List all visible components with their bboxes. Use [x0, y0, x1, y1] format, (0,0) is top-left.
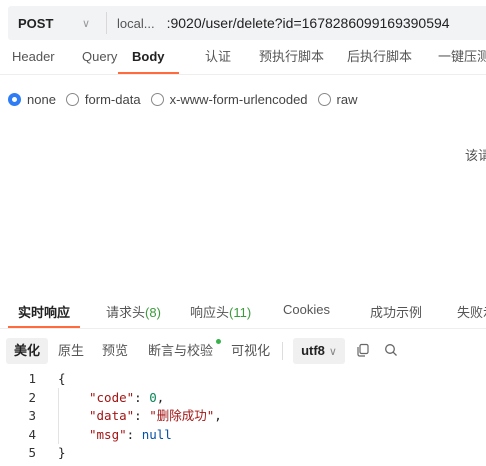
tab-load-test[interactable]: 一键压测 — [438, 42, 486, 72]
tab-body[interactable]: Body — [118, 42, 179, 74]
json-open-brace: { — [58, 371, 66, 386]
radio-form-data[interactable]: form-data — [65, 92, 141, 107]
radio-icon[interactable] — [317, 93, 331, 106]
line-number: 3 — [28, 408, 36, 423]
radio-label: none — [27, 92, 56, 107]
tab-response-headers[interactable]: 响应头(11) — [190, 302, 251, 326]
visualize-button[interactable]: 可视化 — [223, 338, 278, 364]
tab-query[interactable]: Query — [82, 42, 117, 72]
encoding-value: utf8 — [301, 343, 325, 358]
response-toolbar: 美化 原生 预览 断言与校验 可视化 utf8 ∨ — [6, 336, 401, 366]
button-label: 断言与校验 — [148, 343, 214, 358]
count-badge: (11) — [229, 305, 252, 320]
json-field: "code": 0, — [89, 389, 164, 408]
tab-post-script[interactable]: 后执行脚本 — [347, 42, 412, 72]
line-number: 1 — [28, 371, 36, 386]
url-bar: POST ∨ local... :9020/user/delete?id=167… — [8, 6, 486, 40]
radio-label: raw — [336, 92, 358, 107]
tab-label: 请求头 — [106, 305, 146, 320]
radio-urlencoded[interactable]: x-www-form-urlencoded — [150, 92, 308, 107]
json-key: "data" — [89, 408, 135, 423]
json-field: "data": "删除成功", — [89, 407, 222, 426]
body-hint-text: 该请 — [465, 148, 486, 163]
chevron-down-icon[interactable]: ∨ — [82, 17, 106, 30]
response-body-viewer[interactable]: 1 { 2 "code": 0, 3 "data": "删除成功", 4 "ms… — [0, 370, 486, 463]
code-line: 5 } — [0, 444, 486, 463]
json-key: "msg" — [89, 426, 127, 442]
code-line: 3 "data": "删除成功", — [0, 407, 486, 426]
tab-success-example[interactable]: 成功示例 — [370, 302, 422, 326]
radio-label: x-www-form-urlencoded — [169, 92, 308, 107]
code-line: 1 { — [0, 370, 486, 389]
env-prefix[interactable]: local... — [117, 16, 155, 31]
method-select[interactable]: POST — [8, 16, 82, 31]
json-colon: : — [134, 408, 150, 423]
request-tabs: Header Query Body 认证 预执行脚本 后执行脚本 一键压测 — [0, 42, 486, 75]
json-colon: : — [126, 426, 142, 442]
json-value: 0 — [149, 389, 157, 405]
radio-raw[interactable]: raw — [317, 92, 358, 107]
tab-cookies[interactable]: Cookies — [283, 302, 330, 326]
tab-failure-example[interactable]: 失败示 — [457, 302, 486, 326]
json-comma: , — [156, 389, 165, 405]
radio-icon[interactable] — [150, 93, 164, 106]
encoding-select[interactable]: utf8 ∨ — [293, 338, 345, 364]
tab-header[interactable]: Header — [12, 42, 55, 72]
body-type-radios: none form-data x-www-form-urlencoded raw — [8, 92, 368, 107]
tab-request-headers[interactable]: 请求头(8) — [106, 302, 161, 326]
url-input[interactable]: :9020/user/delete?id=1678286099169390594 — [167, 15, 450, 31]
divider — [106, 12, 107, 34]
json-comma: , — [214, 408, 222, 423]
count-badge: (8) — [145, 305, 161, 320]
json-field: "msg": null — [89, 426, 172, 445]
json-value: "删除成功" — [149, 408, 215, 423]
copy-icon[interactable] — [353, 343, 373, 360]
tab-label: 响应头 — [190, 305, 230, 320]
line-number: 4 — [28, 426, 36, 442]
assertion-button[interactable]: 断言与校验 — [140, 338, 222, 364]
tab-auth[interactable]: 认证 — [205, 42, 231, 72]
json-key: "code" — [89, 389, 135, 405]
preview-button[interactable]: 预览 — [94, 338, 136, 364]
tab-pre-script[interactable]: 预执行脚本 — [259, 42, 324, 72]
search-icon[interactable] — [381, 343, 401, 360]
radio-label: form-data — [84, 92, 141, 107]
divider — [282, 342, 284, 360]
json-value: null — [141, 426, 172, 442]
raw-button[interactable]: 原生 — [50, 338, 92, 364]
json-close-brace: } — [58, 445, 66, 460]
radio-icon[interactable] — [65, 93, 79, 106]
tab-realtime-response[interactable]: 实时响应 — [8, 302, 81, 328]
line-number: 5 — [28, 445, 36, 460]
json-colon: : — [134, 389, 150, 405]
line-number: 2 — [28, 389, 36, 405]
code-line: 4 "msg": null — [0, 426, 486, 445]
code-line: 2 "code": 0, — [0, 389, 486, 408]
radio-selected-icon[interactable] — [8, 93, 21, 106]
response-tabs: 实时响应 请求头(8) 响应头(11) Cookies 成功示例 失败示 — [0, 296, 486, 329]
beautify-button[interactable]: 美化 — [6, 338, 49, 364]
chevron-down-icon: ∨ — [328, 346, 337, 358]
status-dot-icon — [216, 339, 222, 344]
radio-none[interactable]: none — [8, 92, 56, 107]
